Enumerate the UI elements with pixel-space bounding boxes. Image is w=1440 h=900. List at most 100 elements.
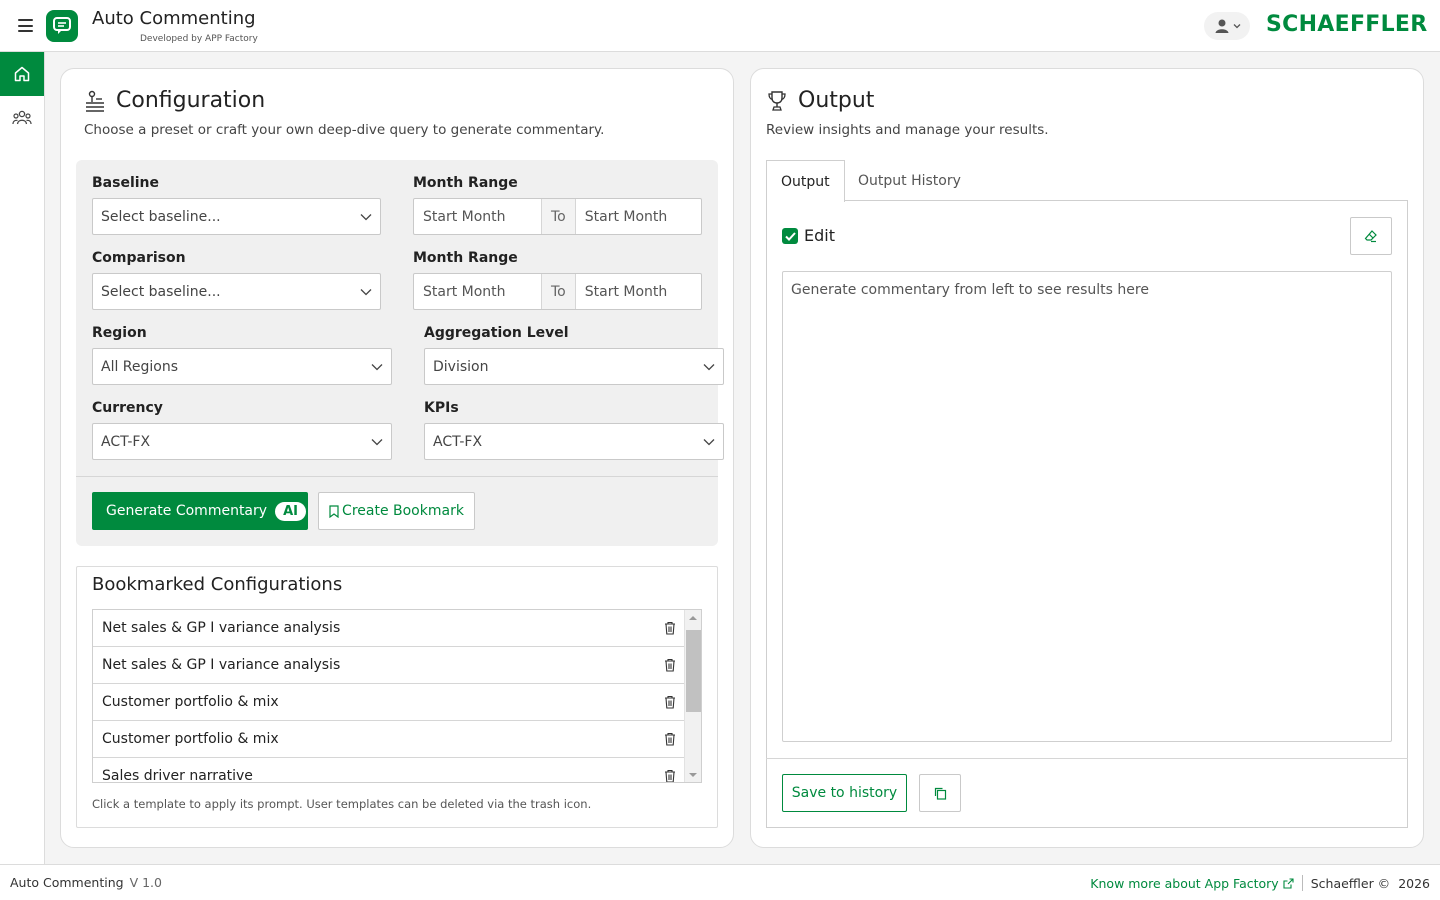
nav-team[interactable]	[0, 96, 44, 140]
list-item[interactable]: Net sales & GP I variance analysis	[93, 647, 685, 684]
copy-icon	[934, 787, 946, 800]
region-value: All Regions	[101, 358, 179, 375]
configuration-subtitle: Choose a preset or craft your own deep-d…	[84, 122, 605, 138]
chevron-down-icon	[360, 213, 372, 220]
kpis-select[interactable]: ACT-FX	[424, 423, 724, 460]
scroll-up-icon[interactable]	[689, 615, 697, 621]
trash-icon[interactable]	[664, 769, 676, 783]
output-textarea[interactable]: Generate commentary from left to see res…	[782, 271, 1392, 742]
check-icon	[784, 231, 796, 241]
clear-output-button[interactable]	[1350, 217, 1392, 255]
scrollbar-thumb[interactable]	[686, 630, 701, 712]
output-heading: Output	[798, 88, 875, 113]
bookmark-label: Net sales & GP I variance analysis	[102, 657, 341, 673]
scroll-down-icon[interactable]	[689, 772, 697, 778]
output-subtitle: Review insights and manage your results.	[766, 122, 1049, 138]
side-rail	[0, 52, 45, 864]
trash-icon[interactable]	[664, 621, 676, 635]
footer-version: V 1.0	[129, 875, 162, 890]
app-title: Auto Commenting	[92, 8, 256, 29]
configuration-heading: Configuration	[116, 88, 266, 113]
baseline-end-month[interactable]: Start Month	[576, 199, 677, 234]
app-factory-link[interactable]: Know more about App Factory	[1090, 875, 1294, 891]
chevron-down-icon	[703, 363, 715, 370]
output-divider	[766, 758, 1408, 759]
app-factory-link-label: Know more about App Factory	[1090, 875, 1279, 891]
chevron-down-icon	[703, 438, 715, 445]
tab-output-history[interactable]: Output History	[844, 160, 975, 201]
list-item[interactable]: Customer portfolio & mix	[93, 684, 685, 721]
aggregation-label: Aggregation Level	[424, 325, 569, 341]
configuration-icon	[86, 90, 104, 112]
baseline-select[interactable]: Select baseline...	[92, 198, 381, 235]
footer-company: Schaeffler ©	[1310, 875, 1391, 891]
user-menu[interactable]	[1204, 12, 1250, 40]
footer: Auto Commenting V 1.0 Know more about App…	[0, 864, 1440, 900]
aggregation-select[interactable]: Division	[424, 348, 724, 385]
app-subtitle: Developed by APP Factory	[140, 34, 258, 44]
bookmarks-hint: Click a template to apply its prompt. Us…	[92, 797, 592, 811]
bookmarks-title: Bookmarked Configurations	[92, 574, 343, 595]
comparison-end-month[interactable]: Start Month	[576, 274, 677, 309]
footer-links: Know more about App Factory Schaeffler ©…	[1090, 875, 1430, 891]
output-title: Output	[766, 88, 874, 113]
brand-logo: SCHAEFFLER	[1266, 12, 1428, 37]
list-item[interactable]: Customer portfolio & mix	[93, 721, 685, 758]
ai-badge: AI	[275, 501, 306, 521]
comparison-select[interactable]: Select baseline...	[92, 273, 381, 310]
baseline-range-label: Month Range	[413, 175, 518, 191]
comparison-month-range: Start Month To Start Month	[413, 273, 702, 310]
tab-output[interactable]: Output	[766, 160, 845, 202]
bookmark-label: Customer portfolio & mix	[102, 731, 279, 747]
external-link-icon	[1283, 877, 1294, 889]
top-header: Auto Commenting Developed by APP Factory…	[0, 0, 1440, 52]
form-divider	[76, 476, 718, 477]
home-icon	[14, 66, 30, 82]
save-to-history-button[interactable]: Save to history	[782, 774, 907, 812]
trash-icon[interactable]	[664, 695, 676, 709]
footer-separator	[1301, 875, 1303, 891]
baseline-label: Baseline	[92, 175, 160, 191]
kpis-value: ACT-FX	[433, 433, 483, 450]
generate-commentary-button[interactable]: Generate Commentary AI	[92, 492, 308, 530]
bookmarks-list[interactable]: Net sales & GP I variance analysis Net s…	[92, 609, 702, 783]
comparison-start-month[interactable]: Start Month	[414, 274, 541, 309]
create-bookmark-button[interactable]: Create Bookmark	[318, 492, 475, 530]
trash-icon[interactable]	[664, 732, 676, 746]
bookmark-label: Customer portfolio & mix	[102, 694, 279, 710]
hamburger-icon[interactable]	[18, 19, 33, 32]
bookmarks-scrollbar[interactable]	[684, 610, 701, 782]
region-label: Region	[92, 325, 147, 341]
bookmark-label: Net sales & GP I variance analysis	[102, 620, 341, 636]
generate-commentary-label: Generate Commentary	[106, 503, 268, 519]
trophy-icon	[768, 90, 786, 111]
trash-icon[interactable]	[664, 658, 676, 672]
eraser-icon	[1364, 230, 1377, 243]
configuration-title: Configuration	[84, 88, 265, 113]
nav-home[interactable]	[0, 52, 44, 96]
range-to-label: To	[541, 274, 576, 309]
baseline-start-month[interactable]: Start Month	[414, 199, 541, 234]
edit-label: Edit	[804, 226, 835, 245]
copy-button[interactable]	[919, 774, 961, 812]
aggregation-value: Division	[433, 358, 489, 375]
users-icon	[12, 110, 32, 125]
list-item[interactable]: Sales driver narrative	[93, 758, 685, 783]
region-select[interactable]: All Regions	[92, 348, 392, 385]
footer-app-name: Auto Commenting	[10, 875, 124, 890]
comparison-label: Comparison	[92, 250, 186, 266]
create-bookmark-label: Create Bookmark	[342, 503, 464, 519]
footer-year: 2026	[1398, 875, 1430, 891]
kpis-label: KPIs	[424, 400, 459, 416]
comparison-range-label: Month Range	[413, 250, 518, 266]
edit-checkbox[interactable]	[782, 228, 798, 244]
user-icon	[1215, 19, 1228, 33]
bookmark-icon	[329, 504, 339, 518]
currency-label: Currency	[92, 400, 163, 416]
chevron-down-icon	[360, 288, 372, 295]
list-item[interactable]: Net sales & GP I variance analysis	[93, 610, 685, 647]
baseline-month-range: Start Month To Start Month	[413, 198, 702, 235]
currency-select[interactable]: ACT-FX	[92, 423, 392, 460]
range-to-label: To	[541, 199, 576, 234]
comparison-value: Select baseline...	[101, 283, 221, 300]
